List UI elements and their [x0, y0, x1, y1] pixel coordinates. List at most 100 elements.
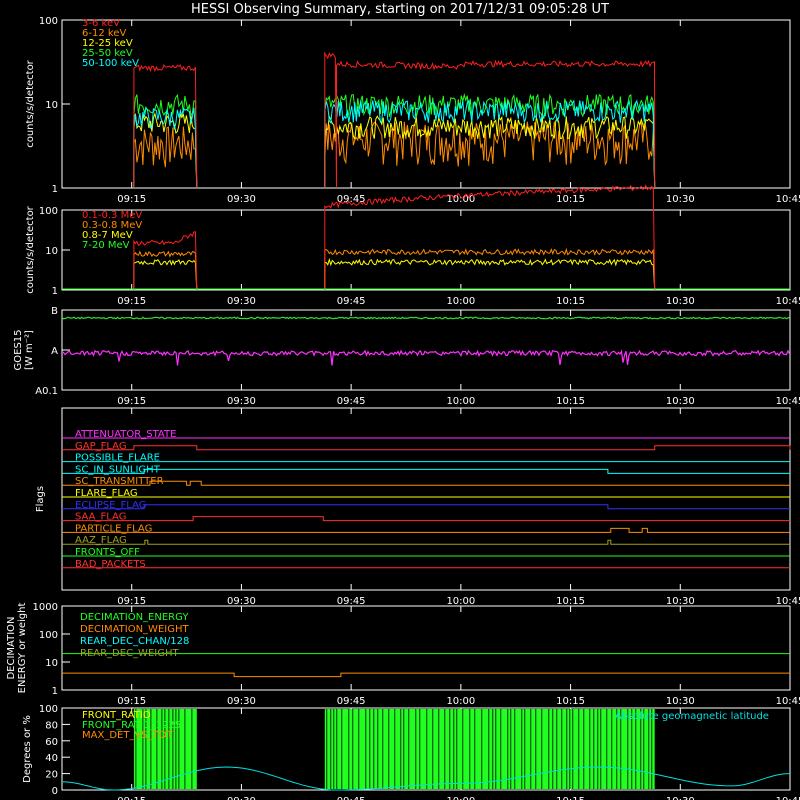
- y-tick-label: 10: [45, 658, 58, 669]
- time-tick-label: 10:45: [776, 396, 800, 407]
- time-tick-label: 10:45: [776, 596, 800, 607]
- time-tick-label: 09:45: [337, 796, 366, 800]
- time-tick-label: 09:15: [117, 796, 146, 800]
- series-line-0.3-0.8-MeV: [133, 250, 198, 291]
- flag-line: [62, 516, 790, 522]
- time-tick-label: 10:30: [666, 396, 695, 407]
- legend-entry: 7-20 MeV: [82, 240, 130, 251]
- time-tick-label: 09:30: [227, 796, 256, 800]
- time-tick-label: 10:15: [556, 296, 585, 307]
- flag-label: SC_IN_SUNLIGHT: [75, 464, 161, 475]
- panel-frame-2: [61, 209, 791, 291]
- series-line-0.8-7-MeV: [133, 258, 198, 291]
- y-tick-label: 20: [45, 770, 58, 781]
- time-tick-label: 10:15: [556, 396, 585, 407]
- flag-label: SAA_FLAG: [75, 512, 126, 523]
- y-tick-label: 1: [52, 184, 58, 195]
- y-tick-label: 1000: [33, 602, 58, 613]
- flag-line: [62, 539, 790, 545]
- time-tick-label: 09:30: [227, 396, 256, 407]
- legend-entry: DECIMATION_WEIGHT: [80, 624, 189, 635]
- y-axis-label: DECIMATION: [6, 616, 17, 679]
- y-axis-label: counts/s/detector: [25, 59, 36, 147]
- flag-line: [62, 480, 790, 486]
- time-tick-label: 10:30: [666, 596, 695, 607]
- y-axis-label: Flags: [35, 486, 46, 512]
- y-axis-unit: [W m⁻²]: [24, 330, 35, 370]
- time-tick-label: 10:30: [666, 696, 695, 707]
- time-tick-label: 10:00: [446, 796, 475, 800]
- flag-line: [62, 445, 791, 451]
- y-tick-label: B: [51, 306, 58, 317]
- series-line-6-12-keV: [133, 126, 198, 189]
- flag-label: FLARE_FLAG: [75, 488, 138, 499]
- y-tick-label: 100: [39, 206, 58, 217]
- series-line-50-100-keV: [324, 99, 656, 189]
- legend-entry: 50-100 keV: [82, 58, 139, 69]
- series-line-0.1-0.3-MeV: [324, 184, 656, 291]
- goes-series-long: [61, 316, 790, 320]
- flag-label: BAD_PACKETS: [75, 559, 146, 570]
- y-tick-label: 100: [39, 704, 58, 715]
- time-tick-label: 09:30: [227, 296, 256, 307]
- series-line-0.8-7-MeV: [324, 257, 656, 291]
- flag-label: GAP_FLAG: [75, 441, 127, 452]
- time-tick-label: 10:45: [776, 696, 800, 707]
- time-tick-label: 10:00: [446, 596, 475, 607]
- y-tick-label: 0: [52, 786, 58, 797]
- legend-entry: MAX_DET_VS_TOT: [82, 730, 174, 741]
- series-line-0.1-0.3-MeV: [133, 231, 198, 291]
- flag-label: PARTICLE_FLAG: [75, 523, 152, 534]
- time-tick-label: 10:00: [446, 194, 475, 205]
- y-axis-label: GOES15: [13, 329, 24, 370]
- y-tick-label: 100: [39, 16, 58, 27]
- time-tick-label: 09:15: [117, 194, 146, 205]
- y-axis-label: Degrees or %: [22, 715, 33, 783]
- flag-label: FRONTS_OFF: [75, 547, 140, 558]
- time-tick-label: 09:45: [337, 296, 366, 307]
- time-tick-label: 10:30: [666, 796, 695, 800]
- y-tick-label: A: [51, 346, 58, 357]
- y-tick-label: 10: [45, 100, 58, 111]
- y-tick-label: 80: [45, 720, 58, 731]
- time-tick-label: 10:30: [666, 194, 695, 205]
- time-tick-label: 10:00: [446, 296, 475, 307]
- time-tick-label: 09:15: [117, 396, 146, 407]
- series-line-0.3-0.8-MeV: [324, 247, 656, 291]
- flag-line: [62, 527, 790, 533]
- decimation-weight-line: [62, 672, 790, 678]
- flag-line: [62, 504, 790, 510]
- y-tick-label: 100: [39, 630, 58, 641]
- flag-label: SC_TRANSMITTER: [75, 476, 164, 487]
- time-tick-label: 09:15: [117, 596, 146, 607]
- time-tick-label: 10:15: [556, 796, 585, 800]
- flag-label: ATTENUATOR_STATE: [75, 429, 176, 440]
- time-tick-label: 09:30: [227, 696, 256, 707]
- legend-entry: REAR_DEC_WEIGHT: [80, 648, 179, 659]
- y-axis-label-2: ENERGY or weight: [17, 603, 28, 694]
- geomagnetic-latitude-label: Absolute geomagnetic latitude: [615, 711, 769, 722]
- y-tick-label: 1: [52, 286, 58, 297]
- observing-summary-figure: 09:15 09:30 09:45 10:00 10:15 10:30 10:45 09:15…: [6, 16, 800, 800]
- legend-entry: REAR_DEC_CHAN/128: [80, 636, 189, 647]
- time-tick-label: 09:45: [337, 696, 366, 707]
- time-tick-label: 10:00: [446, 696, 475, 707]
- time-tick-label: 10:30: [666, 296, 695, 307]
- time-tick-label: 10:45: [776, 194, 800, 205]
- flag-label: AAZ_FLAG: [75, 535, 127, 546]
- time-tick-label: 10:15: [556, 696, 585, 707]
- time-tick-label: 09:15: [117, 696, 146, 707]
- y-tick-label: A0.1: [35, 386, 58, 397]
- flag-line: [62, 468, 790, 474]
- time-tick-label: 10:15: [556, 194, 585, 205]
- y-tick-label: 60: [45, 737, 58, 748]
- front-ratio-fill: [324, 709, 655, 789]
- flag-label: ECLIPSE_FLAG: [75, 500, 146, 511]
- y-axis-label: counts/s/detector: [25, 205, 36, 293]
- y-tick-label: 40: [45, 753, 58, 764]
- y-tick-label: 1: [52, 686, 58, 697]
- time-tick-label: 09:30: [227, 596, 256, 607]
- time-tick-label: 10:00: [446, 396, 475, 407]
- flag-label: POSSIBLE_FLARE: [75, 453, 160, 464]
- time-tick-label: 10:45: [776, 796, 800, 800]
